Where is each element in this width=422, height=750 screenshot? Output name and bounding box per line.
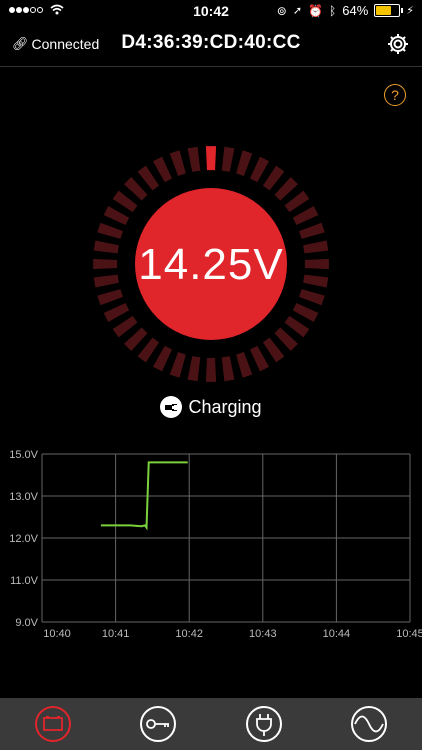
gauge-segment xyxy=(169,352,186,378)
charging-bolt-icon: ⚡ xyxy=(406,5,414,17)
status-right: ⊚ ➚ ⏰ ᛒ 64% ⚡ xyxy=(277,3,414,18)
help-button[interactable]: ? xyxy=(384,84,406,106)
voltage-series-line xyxy=(100,461,188,531)
gauge-segment xyxy=(262,165,285,191)
x-tick-label: 10:44 xyxy=(323,628,351,640)
y-tick-label: 11.0V xyxy=(10,575,39,587)
x-tick-label: 10:40 xyxy=(43,628,71,640)
gauge-segment xyxy=(187,356,201,382)
gauge-segment xyxy=(299,222,325,239)
x-tick-label: 10:43 xyxy=(249,628,277,640)
rotation-lock-icon: ⊚ xyxy=(276,3,287,18)
gauge-segment xyxy=(103,205,130,225)
plug-icon xyxy=(245,706,282,742)
x-tick-label: 10:45 xyxy=(396,628,422,640)
x-tick-label: 10:42 xyxy=(175,628,203,640)
bluetooth-icon: ᛒ xyxy=(329,3,337,18)
gauge-segment xyxy=(187,146,201,172)
gauge-segment xyxy=(152,345,172,372)
gauge-segment xyxy=(292,205,319,225)
key-icon xyxy=(140,706,177,742)
tab-battery[interactable] xyxy=(33,704,73,744)
tab-power[interactable] xyxy=(244,704,284,744)
gauge-segment xyxy=(284,190,310,213)
y-tick-label: 13.0V xyxy=(9,491,38,503)
gauge-segment xyxy=(250,156,270,183)
gauge-segment xyxy=(137,165,160,191)
gauge-segment xyxy=(299,289,325,306)
tab-key[interactable] xyxy=(138,704,178,744)
battery-icon xyxy=(374,4,404,17)
gauge-segment xyxy=(284,315,310,338)
gauge-segment xyxy=(250,345,270,372)
gauge-segment xyxy=(112,315,138,338)
gauge-segment xyxy=(112,190,138,213)
gauge-segment xyxy=(262,337,285,363)
plug-icon xyxy=(160,396,183,418)
y-tick-label: 15.0V xyxy=(9,449,38,461)
voltage-readout: 14.25V xyxy=(138,240,284,289)
gauge-segment xyxy=(221,146,235,172)
gauge-segment xyxy=(236,150,253,176)
x-tick-label: 10:41 xyxy=(102,628,130,640)
gauge-segment xyxy=(124,327,148,351)
nav-bar: 🔗︎ Connected D4:36:39:CD:40:CC xyxy=(0,24,422,67)
y-tick-label: 12.0V xyxy=(9,533,38,545)
gauge-segment xyxy=(205,146,217,171)
gauge-segment xyxy=(292,303,319,323)
gauge-segment xyxy=(274,327,298,351)
tab-waveform[interactable] xyxy=(349,704,389,744)
gauge-segment xyxy=(97,289,123,306)
gauge-segment xyxy=(97,222,123,239)
gauge-segment xyxy=(221,356,235,382)
gauge-segment xyxy=(124,177,148,201)
y-tick-label: 9.0V xyxy=(15,617,38,629)
charging-label: Charging xyxy=(188,396,262,417)
gauge-segment xyxy=(152,156,172,183)
gauge-segment xyxy=(236,352,253,378)
waveform-icon xyxy=(351,706,388,742)
gauge-segment xyxy=(274,177,298,201)
voltage-chart: 15.0V 13.0V 12.0V 11.0V 9.0V 10:40 10:41 10:42 1… xyxy=(9,449,422,640)
location-icon: ➚ xyxy=(292,5,303,17)
gauge-segment xyxy=(205,357,217,382)
gauge-segment xyxy=(137,337,160,363)
battery-percent: 64% xyxy=(342,3,369,18)
gear-icon[interactable] xyxy=(386,32,410,56)
gauge-segment xyxy=(103,303,130,323)
alarm-icon: ⏰ xyxy=(308,3,324,18)
gauge-segment xyxy=(169,150,186,176)
charging-status: Charging xyxy=(0,396,422,418)
status-bar: 10:42 ⊚ ➚ ⏰ ᛒ 64% ⚡ xyxy=(0,0,422,24)
device-address: D4:36:39:CD:40:CC xyxy=(121,32,301,53)
tab-bar xyxy=(0,698,422,750)
battery-icon xyxy=(34,706,71,742)
